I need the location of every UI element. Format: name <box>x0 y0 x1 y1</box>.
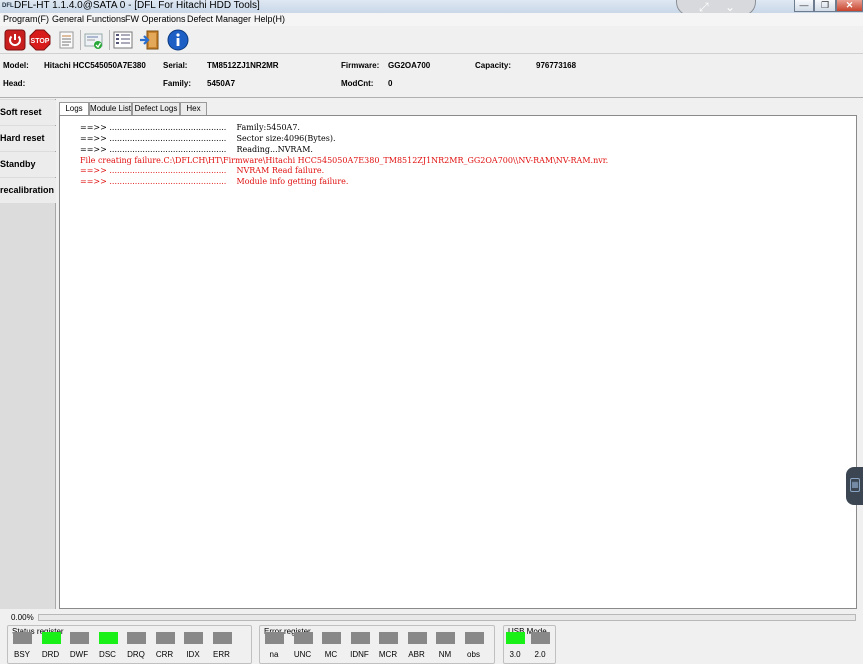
firmware-label: Firmware: <box>341 61 380 70</box>
model-value: Hitachi HCC545050A7E380 <box>44 61 146 70</box>
minimize-button[interactable]: — <box>794 0 814 12</box>
maximize-button[interactable]: ❐ <box>814 0 836 12</box>
error-led-mcr <box>379 632 398 644</box>
progress-text: 0.00% <box>11 613 34 622</box>
error-led-label: obs <box>467 650 480 659</box>
error-led-mc <box>322 632 341 644</box>
status-led-bsy <box>13 632 32 644</box>
status-led-label: DWF <box>69 650 89 659</box>
error-led-idnf <box>350 632 370 644</box>
firmware-value: GG2OA700 <box>388 61 431 70</box>
menu-defect-manager[interactable]: Defect Manager <box>187 13 251 26</box>
window-title: DFL-HT 1.1.4.0@SATA 0 - [DFL For Hitachi… <box>14 0 260 11</box>
menu-general-functions[interactable]: General Functions <box>52 13 126 26</box>
progress-bar <box>38 614 856 621</box>
status-led-label: DSC <box>99 650 116 659</box>
error-register-group: Error register na UNC MC IDNF MCR ABR NM obs <box>259 625 495 664</box>
error-led-nm <box>436 632 455 644</box>
head-label: Head: <box>3 79 26 88</box>
soft-reset-button[interactable]: Soft reset <box>0 100 56 125</box>
status-led-label: BSY <box>13 650 30 659</box>
model-label: Model: <box>3 61 29 70</box>
modcnt-label: ModCnt: <box>341 79 374 88</box>
error-led-obs <box>464 632 484 644</box>
error-led-label: MCR <box>378 650 398 659</box>
usb-led-20 <box>531 632 550 644</box>
side-panel: Soft reset Hard reset Standby recalibrat… <box>0 99 56 609</box>
error-led-label: MC <box>324 650 338 659</box>
error-led-label: na <box>269 650 279 659</box>
serial-label: Serial: <box>163 61 188 70</box>
stop-icon[interactable]: STOP <box>29 29 51 51</box>
hard-reset-button[interactable]: Hard reset <box>0 126 56 151</box>
toolbar-separator <box>80 30 81 50</box>
module-icon[interactable] <box>83 29 105 51</box>
family-label: Family: <box>163 79 192 88</box>
status-led-label: DRD <box>41 650 60 659</box>
log-line: ==>> ...................................… <box>80 123 300 132</box>
log-line-error: File creating failure.C:\DFLCH\HT\Firmwa… <box>80 156 609 165</box>
stop-label: STOP <box>31 38 50 45</box>
recalibration-button[interactable]: recalibration <box>0 178 56 203</box>
power-icon[interactable] <box>4 29 26 51</box>
status-area: 0.00% Status register BSY DRD DWF DSC DRQ CRR… <box>0 610 863 664</box>
tab-logs[interactable]: Logs <box>59 102 89 116</box>
exit-icon[interactable] <box>139 29 161 51</box>
status-led-label: IDX <box>186 650 200 659</box>
log-line-error: ==>> ...................................… <box>80 166 325 175</box>
status-led-crr <box>155 632 175 644</box>
capacity-label: Capacity: <box>475 61 512 70</box>
device-info-panel: Model: Hitachi HCC545050A7E380 Serial: T… <box>0 55 863 98</box>
status-led-err <box>212 632 232 644</box>
menu-bar: Program(F) General Functions FW Operatio… <box>0 13 863 26</box>
dock-icon: ▦ <box>850 478 860 492</box>
close-button[interactable]: ✕ <box>836 0 863 12</box>
error-led-label: ABR <box>408 650 425 659</box>
modcnt-value: 0 <box>388 79 393 88</box>
status-led-label: CRR <box>155 650 174 659</box>
standby-button[interactable]: Standby <box>0 152 56 177</box>
usb-mode-group: USB Mode 3.0 2.0 <box>503 625 556 664</box>
error-led-na <box>265 632 284 644</box>
status-led-label: DRQ <box>127 650 145 659</box>
status-led-idx <box>184 632 203 644</box>
menu-help[interactable]: Help(H) <box>254 13 285 26</box>
log-line-error: ==>> ...................................… <box>80 177 349 186</box>
toolbar: STOP <box>0 26 863 54</box>
capacity-value: 976773168 <box>536 61 577 70</box>
menu-program[interactable]: Program(F) <box>3 13 49 26</box>
toolbar-separator <box>109 30 110 50</box>
tab-hex[interactable]: Hex <box>180 102 207 115</box>
error-led-label: NM <box>438 650 452 659</box>
tab-defect-logs[interactable]: Defect Logs <box>132 102 180 115</box>
app-icon: DFL <box>2 3 14 9</box>
menu-fw-operations[interactable]: FW Operations <box>125 13 186 26</box>
log-line: ==>> ...................................… <box>80 134 336 143</box>
usb-led-30 <box>506 632 525 644</box>
usb-led-label: 3.0 <box>509 650 521 659</box>
status-led-drq <box>127 632 146 644</box>
status-led-dsc <box>98 632 118 644</box>
grid-icon[interactable] <box>112 29 134 51</box>
error-led-unc <box>293 632 313 644</box>
error-led-label: IDNF <box>350 650 369 659</box>
status-led-drd <box>41 632 61 644</box>
log-line: ==>> ...................................… <box>80 145 313 154</box>
serial-value: TM8512ZJ1NR2MR <box>207 61 279 70</box>
family-value: 5450A7 <box>207 79 236 88</box>
status-register-group: Status register BSY DRD DWF DSC DRQ CRR IDX ERR <box>7 625 252 664</box>
status-led-label: ERR <box>213 650 230 659</box>
error-led-abr <box>407 632 427 644</box>
status-led-dwf <box>70 632 89 644</box>
info-icon[interactable] <box>167 29 189 51</box>
log-panel[interactable]: ==>> ...................................… <box>59 115 857 609</box>
side-dock-handle[interactable]: ▦ <box>846 467 863 505</box>
tab-module-list[interactable]: Module List <box>89 102 132 115</box>
usb-led-label: 2.0 <box>534 650 546 659</box>
list-icon[interactable] <box>56 29 78 51</box>
title-bar: DFL DFL-HT 1.1.4.0@SATA 0 - [DFL For Hit… <box>0 0 863 16</box>
error-led-label: UNC <box>293 650 312 659</box>
